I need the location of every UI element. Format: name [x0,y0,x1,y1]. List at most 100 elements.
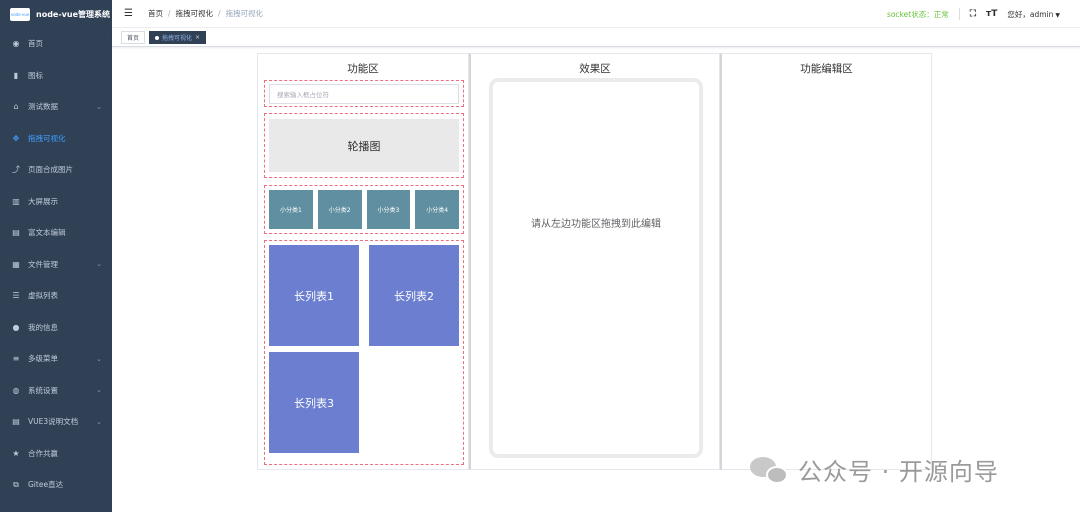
list-icon: ☰ [12,291,20,301]
sidebar-item[interactable]: ▮ 图标 [0,60,112,92]
function-panel: 功能区 搜索输入框占位符 轮播图 小分类1 小分类2 小分类3 小分类4 长列表… [257,53,469,470]
wechat-icon [750,455,790,485]
long-list-item[interactable]: 长列表1 [269,245,359,346]
tag-drag-visual[interactable]: 拖拽可视化 × [149,31,207,44]
bank-icon: ⌂ [13,102,19,112]
fullscreen-icon[interactable]: ⛶ [970,9,976,19]
carousel-block[interactable]: 轮播图 [269,119,459,172]
sidebar-item-label: 测试数据 [28,102,58,112]
share-icon: ⤴ [12,165,20,175]
sidebar-item-label: 富文本编辑 [28,228,66,238]
category-item[interactable]: 小分类3 [366,190,411,229]
category-item[interactable]: 小分类4 [415,190,459,229]
tag-home[interactable]: 首页 [121,31,146,44]
breadcrumb-item-home[interactable]: 首页 [148,8,163,19]
sidebar-item[interactable]: ▥ 大屏展示 [0,186,112,218]
tag-label: 首页 [127,35,140,42]
top-navbar: ☰ 首页 / 拖拽可视化 / 拖拽可视化 socket状态：正常 ⛶ тT 您好… [112,0,1080,28]
category-item[interactable]: 小分类1 [269,190,313,229]
divider [958,8,960,20]
panel-title: 效果区 [579,63,611,75]
active-dot-icon [155,35,160,40]
sidebar-item[interactable]: ◉ 首页 [0,28,112,60]
drop-zone[interactable]: 请从左边功能区拖拽到此编辑 [489,78,703,458]
chevron-down-icon: ⌄ [96,386,102,395]
panel-title: 功能区 [347,63,379,75]
sidebar-item[interactable]: ◍ 系统设置 ⌄ [0,375,112,407]
sidebar-menu: ◉ 首页 ▮ 图标 ⌂ 测试数据 ⌄ ✥ 拖拽可视化 ⤴ 页面合成图片 ▥ 大屏展示 ▤ 富文本编辑 ▦ 文件管… [0,28,112,501]
long-list-item[interactable]: 长列表3 [269,352,359,453]
component-carousel[interactable]: 轮播图 [264,113,464,178]
hamburger-menu-icon[interactable]: ☰ [124,8,134,19]
user-dropdown[interactable]: 您好，admin ▼ [1007,9,1060,20]
sidebar-item[interactable]: ● 我的信息 [0,312,112,344]
sidebar-item[interactable]: ☰ 虚拟列表 [0,280,112,312]
sidebar-item[interactable]: ★ 合作共赢 [0,438,112,470]
move-icon: ✥ [12,133,20,143]
sidebar-item[interactable]: ▤ VUE3说明文档 ⌄ [0,406,112,438]
search-input-placeholder[interactable]: 搜索输入框占位符 [269,84,459,104]
breadcrumb-item-current: 拖拽可视化 [225,9,264,18]
dashboard-icon: ◉ [12,39,20,49]
component-search[interactable]: 搜索输入框占位符 [264,80,464,107]
sidebar-item-label: 我的信息 [28,322,58,332]
edit-panel: 功能编辑区 [720,53,932,470]
sidebar-item-label: 大屏展示 [28,196,58,206]
user-greeting: 您好，admin [1007,9,1054,19]
sidebar-item-label: 系统设置 [28,385,58,395]
tree-icon: ≡ [12,354,20,364]
caret-down-icon: ▼ [1055,11,1060,19]
sidebar-item-label: 拖拽可视化 [28,133,66,143]
sidebar-item[interactable]: ≡ 多级菜单 ⌄ [0,343,112,375]
sidebar-item-label: 首页 [28,39,43,49]
sidebar: node-vue node-vue管理系统 ◉ 首页 ▮ 图标 ⌂ 测试数据 ⌄ ✥ 拖拽可视化… [0,0,112,512]
sidebar-item-label: 文件管理 [28,259,58,269]
breadcrumb-separator: / [168,9,171,18]
sidebar-item-label: 页面合成图片 [28,165,73,175]
sidebar-item-label: Gitee直达 [28,480,64,490]
bar-chart-icon: ▥ [12,196,20,206]
tags-view: 首页 拖拽可视化 × [112,29,1080,47]
tag-label: 拖拽可视化 [162,35,193,42]
breadcrumb: 首页 / 拖拽可视化 / 拖拽可视化 [148,8,263,19]
sidebar-item[interactable]: ✥ 拖拽可视化 [0,123,112,155]
logo-title: node-vue管理系统 [36,9,110,19]
document-icon: ▤ [12,228,20,238]
breadcrumb-separator: / [218,9,221,18]
sidebar-item-label: 多级菜单 [28,354,58,364]
sidebar-item[interactable]: ▦ 文件管理 ⌄ [0,249,112,281]
sidebar-item[interactable]: ⌂ 测试数据 ⌄ [0,91,112,123]
header-right: socket状态：正常 ⛶ тT 您好，admin ▼ [887,0,1060,28]
logo-image: node-vue [10,7,30,21]
book-icon: ▮ [13,70,19,80]
sidebar-item-label: VUE3说明文档 [28,417,79,427]
socket-status: socket状态：正常 [886,9,949,19]
long-list-item[interactable]: 长列表2 [369,245,459,346]
sidebar-item-label: 虚拟列表 [28,291,58,301]
watermark: 公众号 · 开源向导 [750,452,999,487]
component-categories[interactable]: 小分类1 小分类2 小分类3 小分类4 [264,185,464,234]
category-item[interactable]: 小分类2 [317,190,362,229]
doc-icon: ▤ [12,417,20,427]
sidebar-item[interactable]: ⧉ Gitee直达 [0,469,112,501]
globe-icon: ◍ [12,385,20,395]
effect-panel: 效果区 请从左边功能区拖拽到此编辑 [469,53,720,470]
chevron-down-icon: ⌄ [96,260,102,269]
font-size-icon[interactable]: тT [986,9,997,19]
chevron-down-icon: ⌄ [96,102,102,111]
chevron-down-icon: ⌄ [96,354,102,363]
chevron-down-icon: ⌄ [96,417,102,426]
logo[interactable]: node-vue node-vue管理系统 [0,0,112,28]
sidebar-item[interactable]: ⤴ 页面合成图片 [0,154,112,186]
component-long-list[interactable]: 长列表1 长列表2 长列表3 [264,240,464,465]
external-link-icon: ⧉ [13,479,19,489]
panel-title: 功能编辑区 [800,63,853,75]
user-icon: ● [12,322,20,332]
close-icon[interactable]: × [195,34,200,41]
sidebar-item[interactable]: ▤ 富文本编辑 [0,217,112,249]
folder-icon: ▦ [12,259,20,269]
sidebar-item-label: 图标 [28,70,43,80]
drop-hint: 请从左边功能区拖拽到此编辑 [531,218,661,230]
breadcrumb-item-parent[interactable]: 拖拽可视化 [176,8,214,19]
star-icon: ★ [12,448,20,458]
